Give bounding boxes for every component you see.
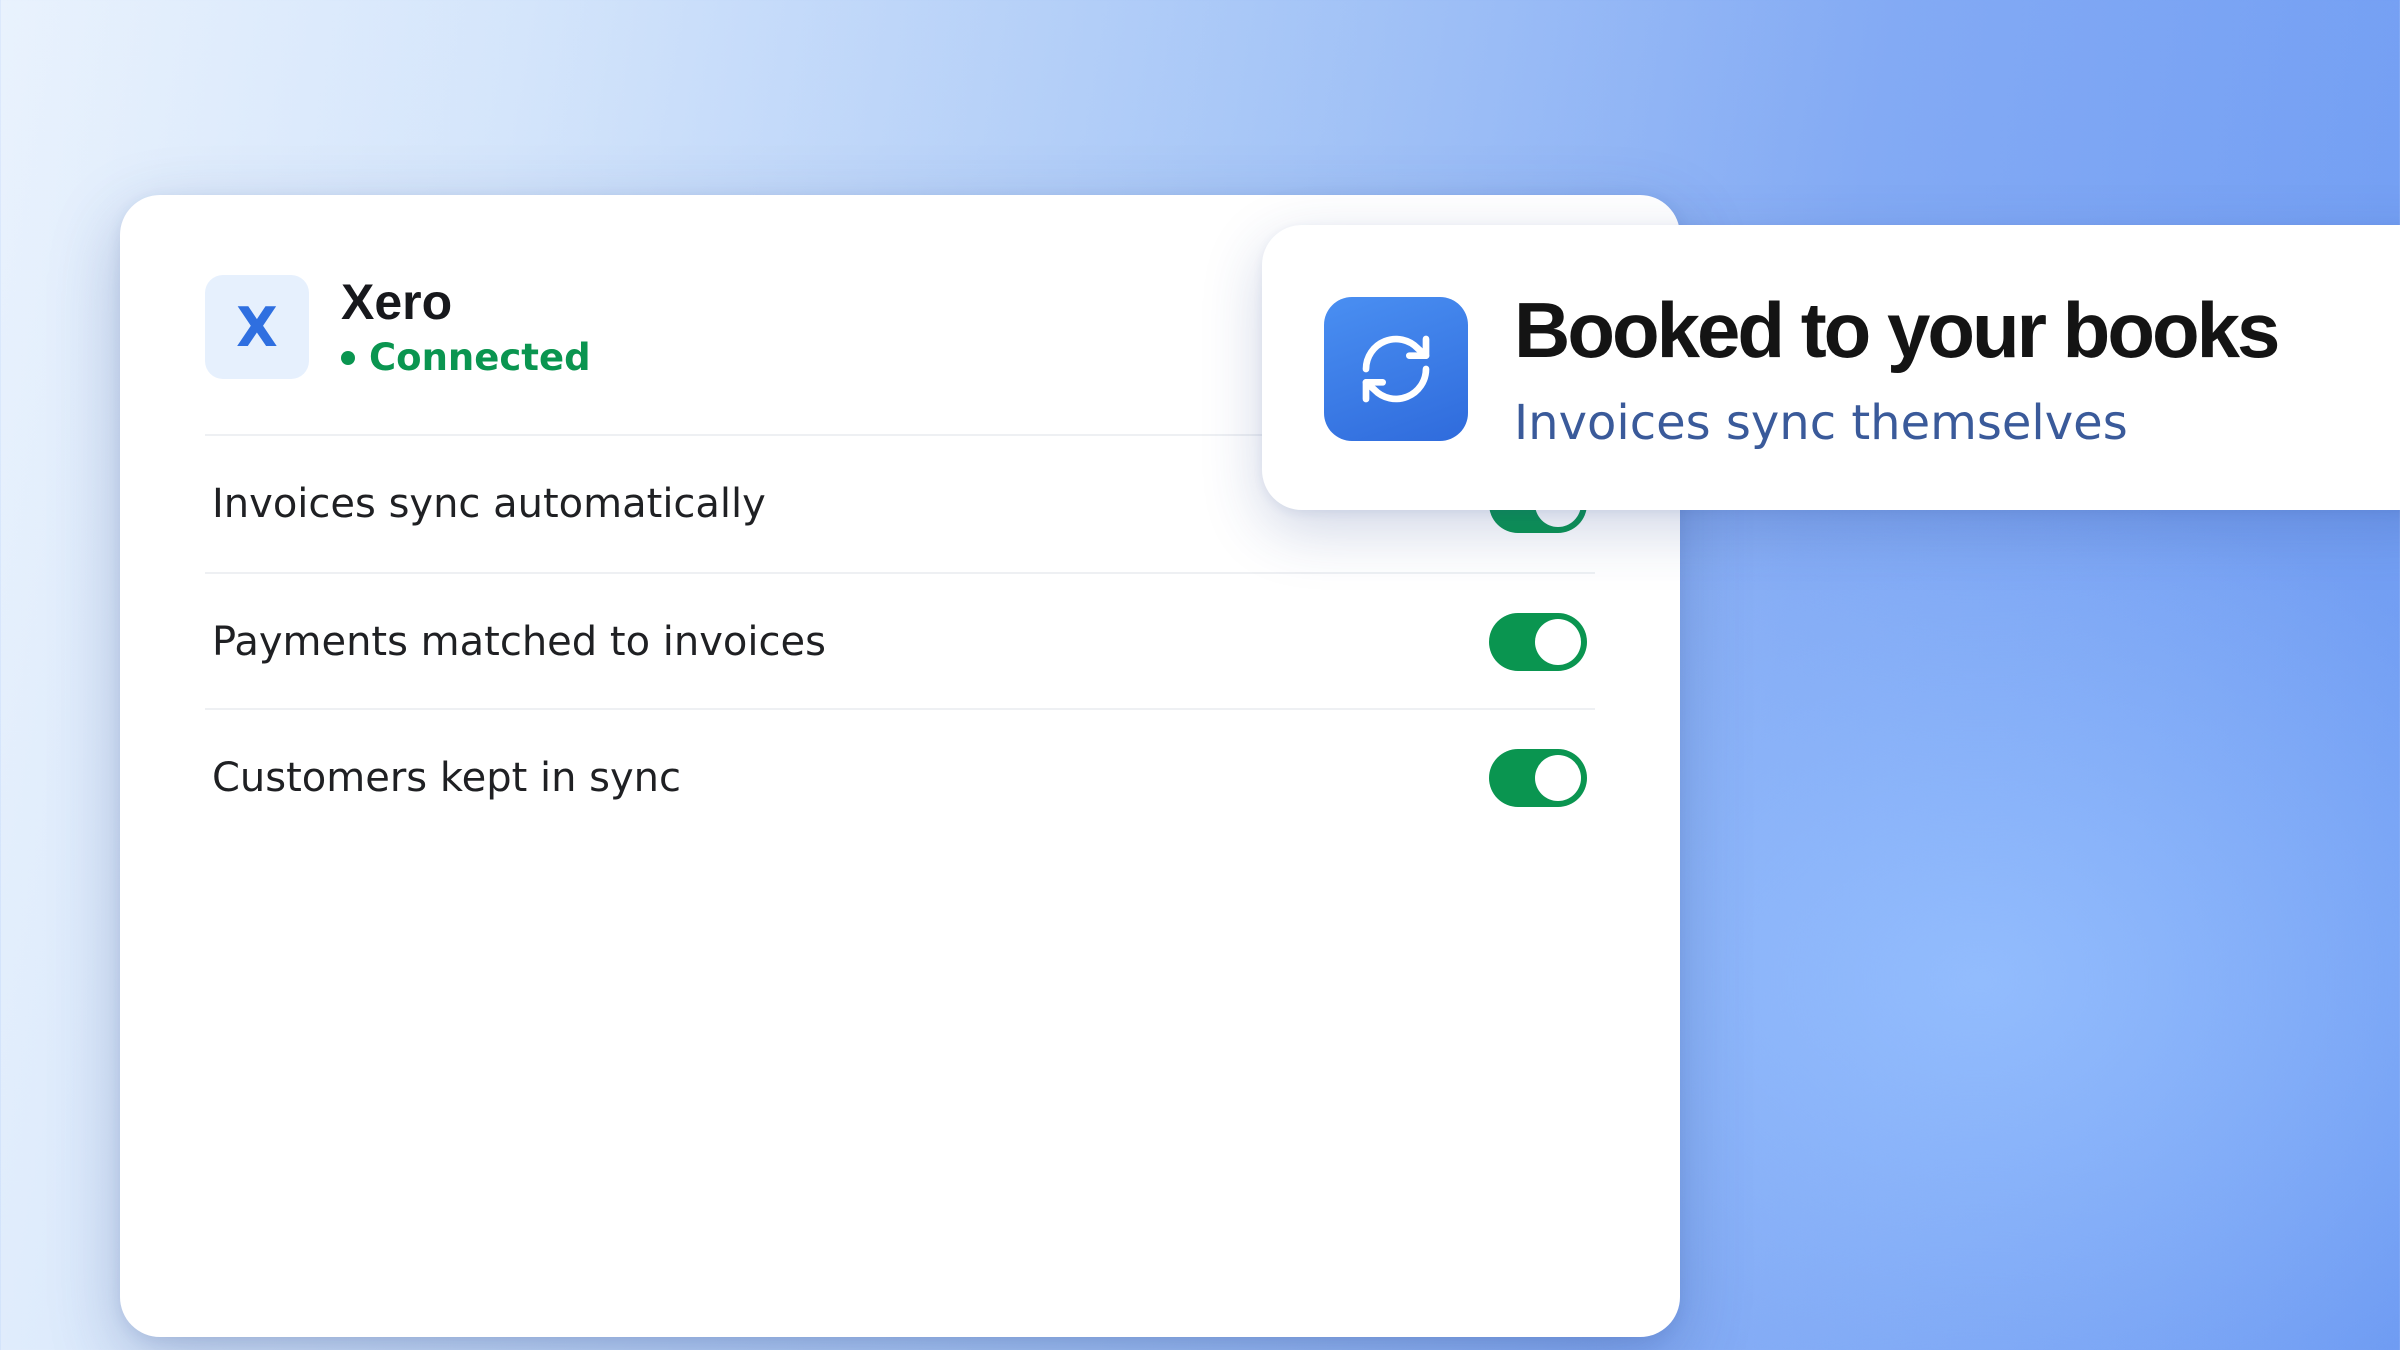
setting-label: Invoices sync automatically	[212, 481, 766, 527]
connection-status: Connected	[341, 336, 591, 379]
integration-meta: Xero Connected	[341, 275, 591, 379]
customers-sync-toggle[interactable]	[1489, 749, 1587, 807]
integration-name: Xero	[341, 274, 453, 330]
integration-header: X Xero Connected	[205, 275, 591, 379]
callout-subtitle: Invoices sync themselves	[1514, 395, 2128, 451]
callout-title: Booked to your books	[1514, 286, 2280, 374]
feature-callout: Booked to your books Invoices sync thems…	[1262, 225, 2400, 510]
sync-icon	[1324, 297, 1468, 441]
xero-logo-icon: X	[205, 275, 309, 379]
setting-label: Customers kept in sync	[212, 755, 682, 801]
toggle-knob	[1535, 619, 1581, 665]
status-text: Connected	[369, 336, 591, 379]
payments-match-toggle[interactable]	[1489, 613, 1587, 671]
setting-row-payments: Payments matched to invoices	[205, 574, 1595, 710]
setting-label: Payments matched to invoices	[212, 619, 826, 665]
setting-row-customers: Customers kept in sync	[205, 710, 1595, 846]
status-dot-icon	[341, 350, 355, 365]
toggle-knob	[1535, 755, 1581, 801]
logo-letter: X	[236, 295, 278, 359]
